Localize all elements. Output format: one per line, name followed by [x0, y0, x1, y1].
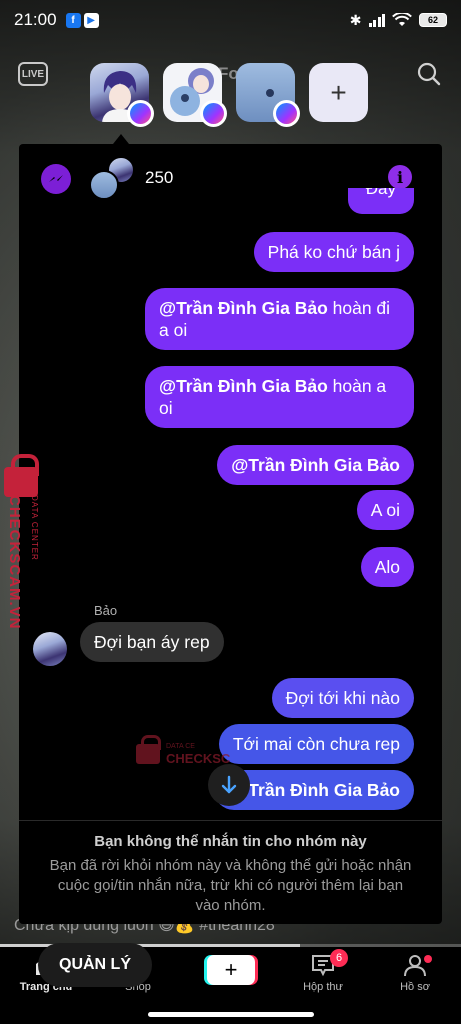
watermark-side: CHECKSCAM.VN DATA CENTER	[4, 454, 52, 655]
scroll-down-button[interactable]	[208, 764, 250, 806]
bluetooth-icon: ✱	[349, 11, 362, 28]
message-bubble[interactable]: Phá ko chứ bán j	[253, 232, 414, 272]
messenger-badge-icon	[127, 100, 154, 127]
search-icon[interactable]	[417, 62, 441, 86]
watermark-brand: CHECKSCAM.VN	[6, 495, 23, 630]
add-chat-button[interactable]: +	[309, 63, 368, 122]
inbox-badge: 6	[330, 949, 348, 967]
sender-name: Bảo	[94, 603, 118, 618]
group-left-notice: Bạn không thể nhắn tin cho nhóm này Bạn …	[19, 820, 442, 924]
messenger-badge-icon	[273, 100, 300, 127]
manage-button[interactable]: QUẢN LÝ	[38, 943, 152, 987]
arrow-down-icon	[221, 775, 237, 794]
message-bubble[interactable]: A oi	[356, 490, 414, 530]
info-icon[interactable]: i	[388, 165, 412, 189]
home-indicator[interactable]	[148, 1012, 314, 1017]
group-name[interactable]: 250	[145, 168, 173, 188]
group-avatar[interactable]	[89, 156, 135, 200]
chat-head-3[interactable]	[236, 63, 300, 127]
messenger-icon[interactable]	[41, 164, 71, 194]
chat-head-pointer	[113, 134, 129, 144]
battery-icon: 62	[419, 13, 447, 27]
status-time: 21:00	[14, 10, 57, 29]
notice-body: Bạn đã rời khỏi nhóm này và không thể gử…	[49, 857, 412, 914]
play-store-icon: ▶	[83, 12, 99, 28]
messenger-badge-icon	[200, 100, 227, 127]
chat-head-1[interactable]	[90, 63, 154, 127]
lock-icon	[4, 454, 39, 497]
chat-heads-row: +	[90, 63, 368, 127]
facebook-icon: f	[65, 12, 81, 28]
live-icon[interactable]: LIVE	[18, 62, 48, 86]
watermark-center: DATA CE CHECKSC	[136, 735, 230, 766]
create-button[interactable]: +	[207, 955, 255, 985]
message-bubble[interactable]: Tới mai còn chưa rep	[218, 724, 414, 764]
nav-profile[interactable]: Hồ sơ	[375, 953, 455, 993]
profile-notification-dot	[424, 955, 432, 963]
wifi-icon	[392, 13, 412, 26]
message-bubble[interactable]: Đợi bạn áy rep	[80, 622, 224, 662]
message-bubble[interactable]: Đợi tới khi nào	[271, 678, 414, 718]
chat-head-2[interactable]	[163, 63, 227, 127]
status-bar: 21:00 f ▶ ✱ 62	[0, 0, 461, 40]
notice-title: Bạn không thể nhắn tin cho nhóm này	[94, 833, 367, 850]
message-bubble[interactable]: @Trần Đình Gia Bảo hoàn a oi	[145, 366, 414, 428]
message-bubble[interactable]: @Trần Đình Gia Bảo hoàn đi a oi	[145, 288, 414, 350]
signal-icon	[368, 13, 385, 27]
message-bubble[interactable]: Alo	[360, 547, 414, 587]
message-bubble[interactable]: @Trần Đình Gia Bảo	[217, 445, 414, 485]
watermark-sub: DATA CENTER	[30, 495, 39, 561]
chat-panel: 250 i Đây Phá ko chứ bán j @Trần Đình Gi…	[19, 144, 442, 924]
nav-inbox[interactable]: 6 Hộp thư	[283, 949, 363, 993]
lock-icon	[136, 735, 161, 764]
message-bubble[interactable]: Đây	[347, 188, 414, 214]
